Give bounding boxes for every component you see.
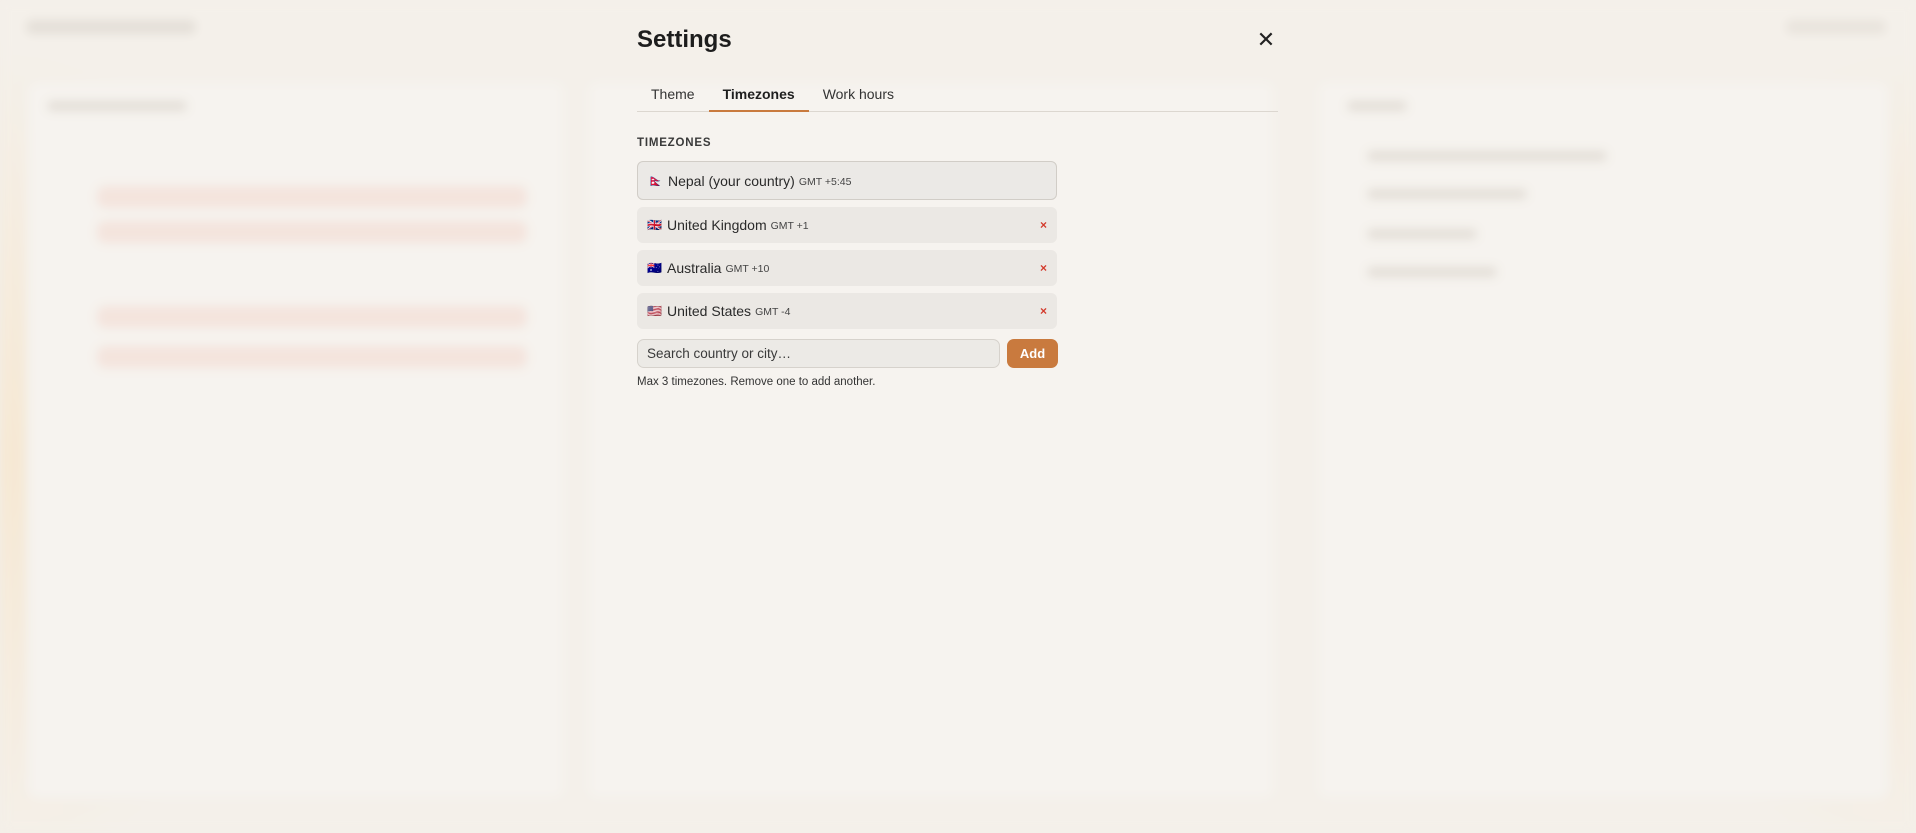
limit-hint: Max 3 timezones. Remove one to add anoth… — [637, 376, 876, 388]
australia-flag-icon: 🇦🇺 — [647, 261, 662, 275]
timezone-row: 🇦🇺 Australia GMT +10 × — [637, 250, 1057, 286]
timezone-offset: GMT +10 — [725, 263, 770, 275]
bg-event — [97, 186, 527, 208]
bg-event — [97, 221, 527, 243]
remove-timezone-button[interactable]: × — [1040, 304, 1047, 318]
bg-line — [1347, 101, 1407, 111]
bg-line — [1367, 151, 1607, 161]
search-input[interactable] — [637, 339, 1000, 368]
timezone-name: United Kingdom — [667, 217, 767, 233]
tab-timezones[interactable]: Timezones — [708, 80, 809, 112]
close-icon[interactable]: ✕ — [1256, 29, 1276, 51]
bg-left-panel — [26, 80, 566, 800]
bg-line — [1367, 189, 1527, 199]
nepal-flag-icon: 🇳🇵 — [648, 173, 663, 188]
settings-modal: Settings ✕ Theme Timezones Work hours TI… — [616, 0, 1278, 833]
uk-flag-icon: 🇬🇧 — [647, 218, 662, 232]
bg-app-title — [26, 20, 196, 34]
modal-title: Settings — [637, 26, 732, 53]
add-button[interactable]: Add — [1007, 339, 1058, 368]
timezone-list: 🇳🇵 Nepal (your country) GMT +5:45 🇬🇧 Uni… — [637, 161, 1057, 336]
remove-timezone-button[interactable]: × — [1040, 261, 1047, 275]
timezone-offset: GMT +5:45 — [798, 175, 852, 188]
bg-line — [1367, 267, 1497, 277]
bg-toolbar — [1786, 20, 1886, 34]
timezone-row: 🇬🇧 United Kingdom GMT +1 × — [637, 207, 1057, 243]
section-label: TIMEZONES — [637, 137, 712, 149]
timezone-name: Nepal (your country) — [668, 172, 795, 189]
settings-tabs: Theme Timezones Work hours — [637, 80, 1278, 112]
bg-event — [97, 346, 527, 368]
us-flag-icon: 🇺🇸 — [647, 304, 662, 318]
timezone-offset: GMT +1 — [770, 220, 809, 232]
bg-event — [97, 306, 527, 328]
tab-work-hours[interactable]: Work hours — [809, 80, 908, 112]
timezone-row-home: 🇳🇵 Nepal (your country) GMT +5:45 — [637, 161, 1057, 200]
add-timezone-row: Add — [637, 339, 1058, 368]
timezone-name: Australia — [667, 260, 722, 276]
timezone-row: 🇺🇸 United States GMT -4 × — [637, 293, 1057, 329]
bg-line — [47, 101, 187, 111]
bg-right-panel — [1316, 80, 1890, 800]
tab-theme[interactable]: Theme — [637, 80, 709, 112]
remove-timezone-button[interactable]: × — [1040, 218, 1047, 232]
bg-line — [1367, 229, 1477, 239]
timezone-offset: GMT -4 — [755, 306, 791, 318]
timezone-name: United States — [667, 303, 752, 319]
